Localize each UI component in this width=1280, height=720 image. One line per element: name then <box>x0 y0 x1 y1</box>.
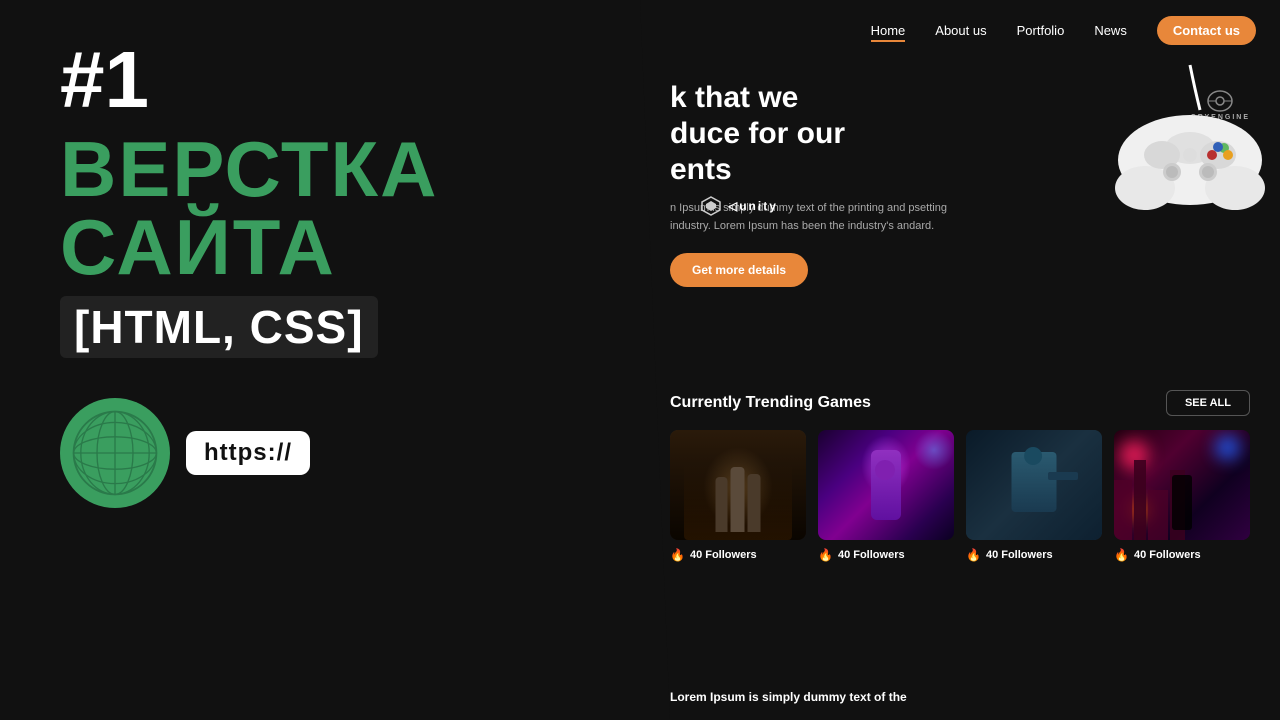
game-card-4: 🔥 40 Followers <box>1114 430 1250 562</box>
trending-title: Currently Trending Games <box>670 394 871 412</box>
fire-icon-2: 🔥 <box>818 548 833 562</box>
game-thumb-4 <box>1114 430 1250 540</box>
globe-svg <box>70 408 160 498</box>
game-followers-4: 🔥 40 Followers <box>1114 548 1250 562</box>
episode-number: #1 <box>60 40 149 120</box>
title-line2: САЙТА <box>60 208 336 286</box>
game-followers-2: 🔥 40 Followers <box>818 548 954 562</box>
globe-container: https:// <box>60 398 310 508</box>
left-panel: #1 ВЕРСТКА САЙТА [HTML, CSS] https:// <box>0 0 640 720</box>
game-followers-1: 🔥 40 Followers <box>670 548 806 562</box>
controller-illustration <box>1090 50 1280 230</box>
unity-icon <box>700 195 722 217</box>
controller-svg <box>1090 50 1280 230</box>
right-panel: Home About us Portfolio News Contact us … <box>640 0 1280 720</box>
bottom-lorem: Lorem Ipsum is simply dummy text of the <box>670 690 970 704</box>
title-line1: ВЕРСТКА <box>60 130 438 208</box>
nav-about[interactable]: About us <box>935 23 986 38</box>
unity-label: ◁unity <box>728 199 778 213</box>
game-thumb-3 <box>966 430 1102 540</box>
fire-icon-3: 🔥 <box>966 548 981 562</box>
trending-section: Currently Trending Games SEE ALL <box>640 390 1280 562</box>
globe-icon <box>60 398 170 508</box>
game-card-3: 🔥 40 Followers <box>966 430 1102 562</box>
game-card-1: 🔥 40 Followers <box>670 430 806 562</box>
trending-header: Currently Trending Games SEE ALL <box>670 390 1250 416</box>
game-card-2: 🔥 40 Followers <box>818 430 954 562</box>
hero-cta-button[interactable]: Get more details <box>670 253 808 287</box>
game-thumb-2 <box>818 430 954 540</box>
nav-home[interactable]: Home <box>871 23 906 38</box>
game-thumb-1 <box>670 430 806 540</box>
https-badge: https:// <box>186 431 310 475</box>
nav-news[interactable]: News <box>1094 23 1127 38</box>
contact-button[interactable]: Contact us <box>1157 16 1256 45</box>
game-followers-3: 🔥 40 Followers <box>966 548 1102 562</box>
unity-logo: ◁unity <box>700 195 778 217</box>
nav-portfolio[interactable]: Portfolio <box>1017 23 1065 38</box>
game-cards-container: 🔥 40 Followers 🔥 40 Followers <box>670 430 1250 562</box>
see-all-button[interactable]: SEE ALL <box>1166 390 1250 416</box>
bottom-text-section: Lorem Ipsum is simply dummy text of the <box>670 690 1250 704</box>
fire-icon-1: 🔥 <box>670 548 685 562</box>
tech-label: [HTML, CSS] <box>60 296 378 358</box>
fire-icon-4: 🔥 <box>1114 548 1129 562</box>
